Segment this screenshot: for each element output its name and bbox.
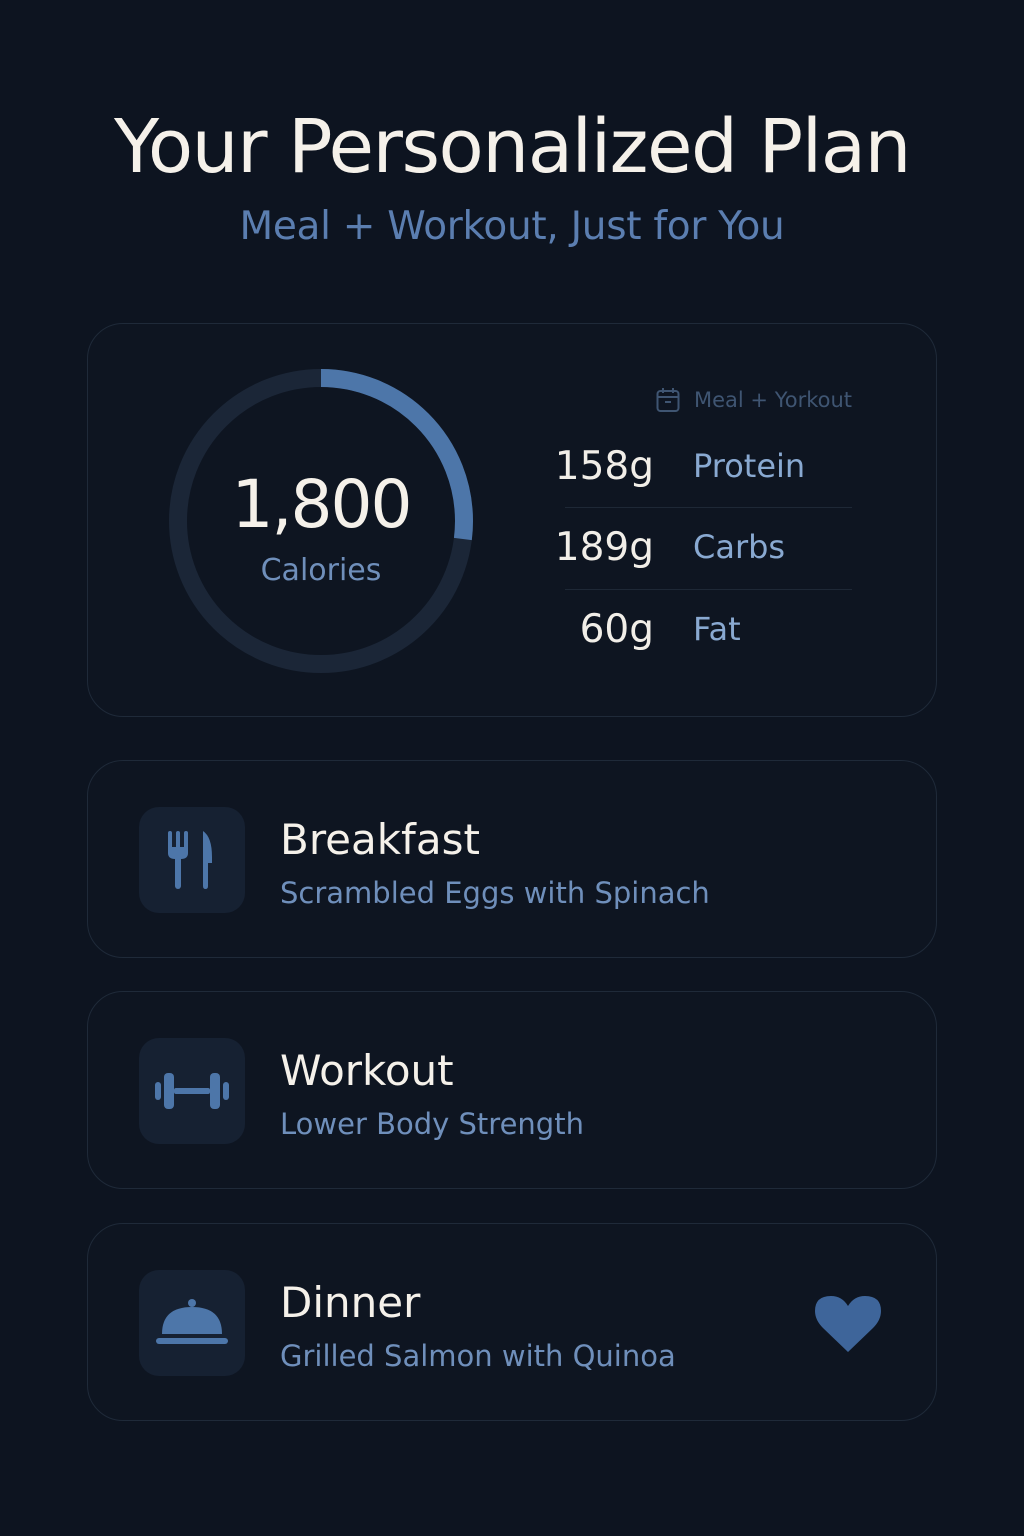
page-subtitle: Meal + Workout, Just for You [239, 204, 785, 249]
item-title: Breakfast [280, 815, 480, 864]
macro-row-carbs: 189g Carbs [540, 525, 852, 585]
macro-row-protein: 158g Protein [540, 444, 852, 504]
macro-name: Carbs [693, 528, 786, 566]
calories-value: 1,800 [231, 466, 413, 543]
macro-divider [565, 589, 852, 590]
macro-value: 158g [554, 444, 654, 489]
calories-label: Calories [260, 553, 382, 588]
fork-knife-icon [168, 831, 212, 889]
item-subtitle: Lower Body Strength [280, 1107, 584, 1141]
calendar-icon [656, 388, 680, 412]
item-subtitle: Grilled Salmon with Quinoa [280, 1339, 676, 1373]
macro-name: Protein [693, 447, 806, 485]
cloche-icon [156, 1299, 228, 1344]
macro-row-fat: 60g Fat [540, 607, 852, 667]
macro-divider [565, 507, 852, 508]
macro-name: Fat [693, 610, 741, 648]
macro-value: 60g [579, 607, 654, 652]
page-title: Your Personalized Plan [114, 104, 911, 190]
heart-icon[interactable] [815, 1294, 881, 1354]
workout-icon-tile [139, 1038, 245, 1144]
item-title: Workout [280, 1046, 454, 1095]
breakfast-icon-tile [139, 807, 245, 913]
macro-value: 189g [554, 525, 654, 570]
breakfast-card[interactable]: Breakfast Scrambled Eggs with Spinach [87, 760, 937, 958]
plan-tag: Meal + Yorkout [656, 386, 852, 414]
item-subtitle: Scrambled Eggs with Spinach [280, 876, 710, 910]
dumbbell-icon [155, 1073, 229, 1109]
workout-card[interactable]: Workout Lower Body Strength [87, 991, 937, 1189]
dinner-icon-tile [139, 1270, 245, 1376]
dinner-card[interactable]: Dinner Grilled Salmon with Quinoa [87, 1223, 937, 1421]
plan-tag-label: Meal + Yorkout [694, 388, 853, 412]
item-title: Dinner [280, 1278, 421, 1327]
